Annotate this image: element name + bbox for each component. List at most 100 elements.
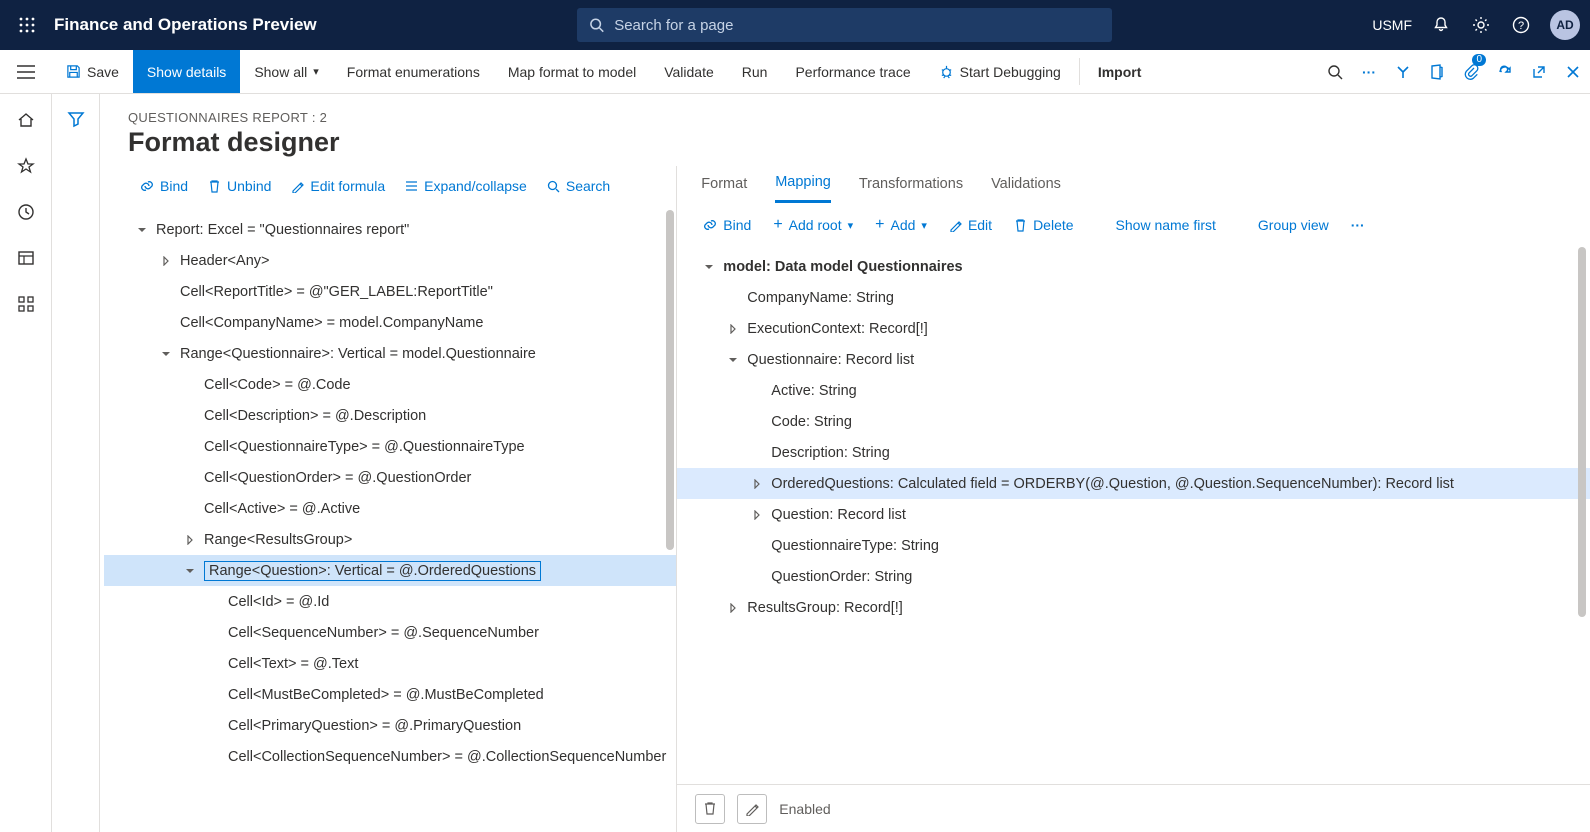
- tree-row[interactable]: Cell<Description> = @.Description: [104, 400, 676, 431]
- collapse-icon[interactable]: [182, 563, 198, 579]
- tree-row[interactable]: QuestionOrder: String: [677, 561, 1590, 592]
- add-root-button[interactable]: +Add root▾: [765, 213, 861, 237]
- recent-icon[interactable]: [14, 200, 38, 224]
- tree-row[interactable]: QuestionnaireType: String: [677, 530, 1590, 561]
- collapse-icon[interactable]: [134, 222, 150, 238]
- unbind-button[interactable]: Unbind: [200, 174, 279, 198]
- help-icon[interactable]: ?: [1510, 14, 1532, 36]
- modules-icon[interactable]: [14, 292, 38, 316]
- performance-trace-button[interactable]: Performance trace: [781, 50, 924, 93]
- tree-row[interactable]: Cell<CollectionSequenceNumber> = @.Colle…: [104, 741, 676, 772]
- app-launcher-icon[interactable]: [10, 8, 44, 42]
- workspaces-icon[interactable]: [14, 246, 38, 270]
- tree-row[interactable]: Header<Any>: [104, 245, 676, 276]
- tree-row[interactable]: Range<Questionnaire>: Vertical = model.Q…: [104, 338, 676, 369]
- edit-formula-button[interactable]: Edit formula: [283, 174, 393, 198]
- tree-row[interactable]: Cell<Active> = @.Active: [104, 493, 676, 524]
- add-button[interactable]: +Add▾: [867, 213, 935, 237]
- tree-label: Cell<Description> = @.Description: [204, 408, 426, 424]
- collapse-icon[interactable]: [725, 352, 741, 368]
- save-button[interactable]: Save: [52, 50, 133, 93]
- scrollbar[interactable]: [666, 210, 674, 550]
- mapping-bind-button[interactable]: Bind: [695, 213, 759, 237]
- validate-button[interactable]: Validate: [650, 50, 728, 93]
- personalize-icon[interactable]: [1386, 50, 1420, 93]
- mapping-more-button[interactable]: ···: [1343, 213, 1373, 237]
- group-view-button[interactable]: Group view: [1250, 213, 1337, 237]
- tree-row[interactable]: model: Data model Questionnaires: [677, 251, 1590, 282]
- run-button[interactable]: Run: [728, 50, 782, 93]
- tree-row[interactable]: Active: String: [677, 375, 1590, 406]
- bind-button[interactable]: Bind: [132, 174, 196, 198]
- avatar[interactable]: AD: [1550, 10, 1580, 40]
- tree-row[interactable]: Report: Excel = "Questionnaires report": [104, 214, 676, 245]
- edit-binding-button[interactable]: [737, 794, 767, 824]
- expand-icon[interactable]: [158, 253, 174, 269]
- tree-row[interactable]: Range<Question>: Vertical = @.OrderedQue…: [104, 555, 676, 586]
- tree-row[interactable]: Questionnaire: Record list: [677, 344, 1590, 375]
- tree-row[interactable]: Range<ResultsGroup>: [104, 524, 676, 555]
- tree-row[interactable]: Description: String: [677, 437, 1590, 468]
- more-actions-icon[interactable]: ···: [1352, 50, 1386, 93]
- nav-toggle-button[interactable]: [0, 50, 52, 94]
- filter-icon[interactable]: [67, 110, 85, 832]
- global-search-input[interactable]: [614, 17, 1100, 34]
- tree-row[interactable]: ResultsGroup: Record[!]: [677, 592, 1590, 623]
- map-format-button[interactable]: Map format to model: [494, 50, 650, 93]
- tree-label: Header<Any>: [180, 253, 269, 269]
- tab-mapping[interactable]: Mapping: [775, 174, 831, 203]
- edit-button[interactable]: Edit: [941, 213, 1000, 237]
- delete-button[interactable]: Delete: [1006, 213, 1081, 237]
- tree-row[interactable]: Cell<SequenceNumber> = @.SequenceNumber: [104, 617, 676, 648]
- global-search[interactable]: [577, 8, 1112, 42]
- show-all-button[interactable]: Show all▾: [240, 50, 332, 93]
- tree-row[interactable]: OrderedQuestions: Calculated field = ORD…: [677, 468, 1590, 499]
- expand-icon[interactable]: [725, 321, 741, 337]
- tree-row[interactable]: Cell<Id> = @.Id: [104, 586, 676, 617]
- tree-row[interactable]: Cell<Text> = @.Text: [104, 648, 676, 679]
- expand-collapse-button[interactable]: Expand/collapse: [397, 174, 535, 198]
- expand-icon[interactable]: [749, 476, 765, 492]
- tree-row[interactable]: Cell<CompanyName> = model.CompanyName: [104, 307, 676, 338]
- action-search-icon[interactable]: [1318, 50, 1352, 93]
- tree-row[interactable]: Cell<ReportTitle> = @"GER_LABEL:ReportTi…: [104, 276, 676, 307]
- collapse-icon[interactable]: [701, 259, 717, 275]
- tab-format[interactable]: Format: [701, 176, 747, 202]
- tree-row[interactable]: Question: Record list: [677, 499, 1590, 530]
- tree-row[interactable]: ExecutionContext: Record[!]: [677, 313, 1590, 344]
- collapse-icon[interactable]: [158, 346, 174, 362]
- expand-icon[interactable]: [182, 532, 198, 548]
- format-enumerations-button[interactable]: Format enumerations: [333, 50, 494, 93]
- close-icon[interactable]: [1556, 50, 1590, 93]
- tree-row[interactable]: Cell<Code> = @.Code: [104, 369, 676, 400]
- tree-row[interactable]: Code: String: [677, 406, 1590, 437]
- tab-transformations[interactable]: Transformations: [859, 176, 963, 202]
- attachments-button[interactable]: 0: [1454, 50, 1488, 93]
- tree-search-button[interactable]: Search: [539, 174, 618, 198]
- refresh-icon[interactable]: [1488, 50, 1522, 93]
- scrollbar[interactable]: [1578, 247, 1586, 617]
- bell-icon[interactable]: [1430, 14, 1452, 36]
- show-name-first-button[interactable]: Show name first: [1108, 213, 1224, 237]
- delete-binding-button[interactable]: [695, 794, 725, 824]
- tree-row[interactable]: Cell<QuestionOrder> = @.QuestionOrder: [104, 462, 676, 493]
- company-code[interactable]: USMF: [1372, 17, 1412, 33]
- favorites-icon[interactable]: [14, 154, 38, 178]
- popout-icon[interactable]: [1522, 50, 1556, 93]
- import-button[interactable]: Import: [1084, 50, 1156, 93]
- expand-icon[interactable]: [749, 507, 765, 523]
- expand-icon[interactable]: [725, 600, 741, 616]
- mapping-tree[interactable]: model: Data model QuestionnairesCompanyN…: [677, 245, 1590, 784]
- format-tree[interactable]: Report: Excel = "Questionnaires report" H…: [104, 208, 676, 832]
- tree-row[interactable]: Cell<QuestionnaireType> = @.Questionnair…: [104, 431, 676, 462]
- home-icon[interactable]: [14, 108, 38, 132]
- tree-row[interactable]: Cell<MustBeCompleted> = @.MustBeComplete…: [104, 679, 676, 710]
- show-details-button[interactable]: Show details: [133, 50, 240, 93]
- chevron-down-icon: ▾: [848, 219, 854, 232]
- tree-row[interactable]: Cell<PrimaryQuestion> = @.PrimaryQuestio…: [104, 710, 676, 741]
- gear-icon[interactable]: [1470, 14, 1492, 36]
- tree-row[interactable]: CompanyName: String: [677, 282, 1590, 313]
- office-icon[interactable]: [1420, 50, 1454, 93]
- tab-validations[interactable]: Validations: [991, 176, 1061, 202]
- start-debugging-button[interactable]: Start Debugging: [925, 50, 1075, 93]
